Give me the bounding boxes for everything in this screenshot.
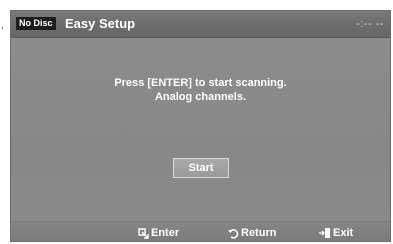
start-button[interactable]: Start [173, 158, 229, 178]
exit-icon [319, 227, 331, 239]
time-display: -:-- -- [356, 18, 384, 30]
return-label: Return [241, 227, 277, 239]
channel-type-text: Analog channels. [154, 91, 247, 103]
enter-hint[interactable]: Enter [137, 226, 179, 240]
enter-icon [137, 227, 149, 239]
enter-label: Enter [151, 227, 180, 239]
page-title: Easy Setup [65, 16, 136, 31]
return-icon [227, 227, 239, 239]
side-mark: , [1, 20, 4, 30]
title-bar: No Disc Easy Setup -:-- -- [11, 11, 390, 38]
exit-hint[interactable]: Exit [319, 226, 353, 240]
exit-label: Exit [333, 227, 354, 239]
footer-bar: Enter Return Exit [11, 221, 390, 241]
easy-setup-screen: No Disc Easy Setup -:-- -- Press [ENTER]… [10, 10, 391, 242]
instruction-text: Press [ENTER] to start scanning. [114, 77, 287, 89]
disc-status-badge: No Disc [16, 17, 56, 30]
return-hint[interactable]: Return [227, 226, 276, 240]
